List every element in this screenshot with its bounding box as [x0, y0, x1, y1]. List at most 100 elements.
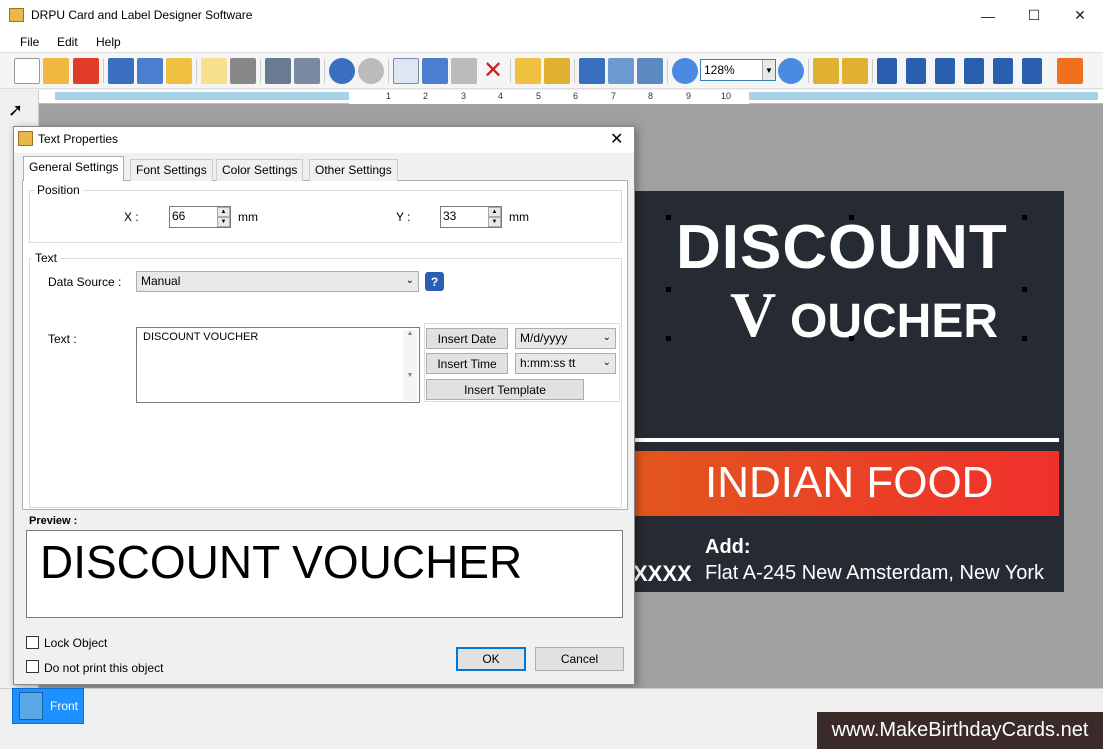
date-format-value: M/d/yyyy	[520, 331, 568, 345]
chevron-down-icon: ⌄	[602, 332, 611, 343]
time-format-select[interactable]: h:mm:ss tt ⌄	[515, 353, 616, 374]
ruler-label: 1	[386, 91, 392, 101]
ruler-label: 9	[686, 91, 692, 101]
zoom-out-icon[interactable]	[778, 58, 804, 84]
text-input[interactable]: DISCOUNT VOUCHER	[136, 327, 420, 403]
selection-handle[interactable]	[849, 215, 854, 220]
card-phone[interactable]: XXXX	[633, 561, 692, 587]
close-file-icon[interactable]	[73, 58, 99, 84]
x-down-icon[interactable]: ▼	[217, 217, 230, 227]
delete-icon[interactable]: ✕	[480, 58, 506, 84]
y-down-icon[interactable]: ▼	[488, 217, 501, 227]
x-value: 66	[172, 209, 186, 223]
open-folder-icon[interactable]	[43, 58, 69, 84]
chevron-down-icon[interactable]: ▼	[762, 60, 775, 80]
align-left-icon[interactable]	[877, 58, 897, 84]
cut-icon[interactable]	[422, 58, 448, 84]
export-icon[interactable]	[166, 58, 192, 84]
align-bottom-icon[interactable]	[1022, 58, 1042, 84]
toolbar-separator	[388, 59, 389, 83]
date-format-select[interactable]: M/d/yyyy ⌄	[515, 328, 616, 349]
chevron-down-icon: ⌄	[405, 275, 414, 286]
ok-button[interactable]: OK	[456, 647, 526, 671]
tab-font-settings[interactable]: Font Settings	[130, 159, 213, 181]
menu-file[interactable]: File	[20, 35, 39, 49]
y-up-icon[interactable]: ▲	[488, 207, 501, 217]
dollar-icon[interactable]	[1057, 58, 1083, 84]
card-address[interactable]: Flat A-245 New Amsterdam, New York	[705, 562, 1044, 585]
menu-edit[interactable]: Edit	[57, 35, 78, 49]
help-icon[interactable]: ?	[425, 272, 444, 291]
toolbar-separator	[667, 59, 668, 83]
zoom-in-icon[interactable]	[672, 58, 698, 84]
ruler-label: 10	[721, 91, 732, 101]
copy-icon[interactable]	[393, 58, 419, 84]
lock-object-label: Lock Object	[44, 636, 108, 650]
selection-handle[interactable]	[1022, 287, 1027, 292]
align-center-icon[interactable]	[906, 58, 926, 84]
card-title-voucher-initial[interactable]: V	[730, 278, 776, 352]
data-source-label: Data Source :	[48, 275, 122, 289]
paste-icon[interactable]	[451, 58, 477, 84]
selection-handle[interactable]	[666, 287, 671, 292]
bring-front-icon[interactable]	[515, 58, 541, 84]
toolbar-separator	[510, 59, 511, 83]
print-icon[interactable]	[230, 58, 256, 84]
text-scrollbar[interactable]: ▲ ▼	[403, 330, 417, 401]
data-source-select[interactable]: Manual ⌄	[136, 271, 419, 292]
save-icon[interactable]	[108, 58, 134, 84]
card-front-icon	[19, 692, 43, 720]
position-group-label: Position	[34, 183, 83, 197]
insert-template-button[interactable]: Insert Template	[426, 379, 584, 400]
dialog-title: Text Properties	[38, 132, 119, 146]
tab-color-settings[interactable]: Color Settings	[216, 159, 304, 181]
selection-handle[interactable]	[666, 336, 671, 341]
new-file-icon[interactable]	[14, 58, 40, 84]
lock-icon[interactable]	[813, 58, 839, 84]
database-add-icon[interactable]	[265, 58, 291, 84]
minimize-button[interactable]: —	[965, 0, 1011, 31]
selection-handle[interactable]	[1022, 336, 1027, 341]
unlock-icon[interactable]	[842, 58, 868, 84]
align-middle-icon[interactable]	[993, 58, 1013, 84]
card-address-label[interactable]: Add:	[705, 536, 751, 559]
align-right-icon[interactable]	[935, 58, 955, 84]
x-up-icon[interactable]: ▲	[217, 207, 230, 217]
front-tab-label: Front	[50, 699, 79, 713]
do-not-print-checkbox[interactable]	[26, 660, 39, 673]
database-icon[interactable]	[294, 58, 320, 84]
toolbar-separator	[103, 59, 104, 83]
selection-handle[interactable]	[1022, 215, 1027, 220]
ruler-label: 4	[498, 91, 504, 101]
tab-other-settings[interactable]: Other Settings	[309, 159, 398, 181]
center-icon[interactable]	[608, 58, 634, 84]
grid-icon[interactable]	[579, 58, 605, 84]
card-title-discount[interactable]: DISCOUNT	[676, 212, 1008, 283]
settings-icon[interactable]	[637, 58, 663, 84]
dialog-close-button[interactable]: ✕	[610, 129, 623, 149]
app-icon	[9, 8, 24, 22]
insert-date-button[interactable]: Insert Date	[426, 328, 508, 349]
close-button[interactable]: ✕	[1057, 0, 1103, 31]
undo-icon[interactable]	[329, 58, 355, 84]
card-title-voucher[interactable]: OUCHER	[790, 294, 998, 349]
do-not-print-label: Do not print this object	[44, 661, 164, 675]
toolbar-separator	[196, 59, 197, 83]
tab-general-settings[interactable]: General Settings	[23, 156, 125, 181]
card-band-text[interactable]: INDIAN FOOD	[705, 458, 993, 508]
send-back-icon[interactable]	[544, 58, 570, 84]
selection-handle[interactable]	[849, 336, 854, 341]
redo-icon[interactable]	[358, 58, 384, 84]
y-value: 33	[443, 209, 457, 223]
selection-handle[interactable]	[666, 215, 671, 220]
pointer-tool-icon[interactable]: ➚	[8, 100, 30, 122]
align-top-icon[interactable]	[964, 58, 984, 84]
menu-help[interactable]: Help	[96, 35, 121, 49]
lock-object-checkbox[interactable]	[26, 636, 39, 649]
insert-time-button[interactable]: Insert Time	[426, 353, 508, 374]
save-as-icon[interactable]	[137, 58, 163, 84]
cancel-button[interactable]: Cancel	[535, 647, 624, 671]
toolbar-separator	[808, 59, 809, 83]
maximize-button[interactable]: ☐	[1011, 0, 1057, 31]
edit-document-icon[interactable]	[201, 58, 227, 84]
